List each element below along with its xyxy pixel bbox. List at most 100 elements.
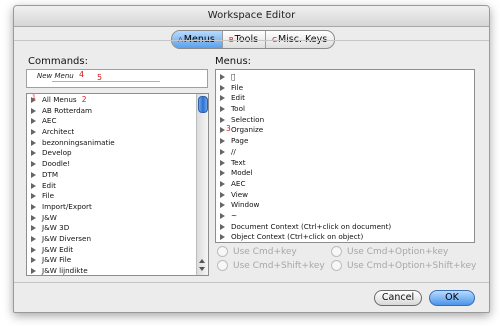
- list-item-label: J&W File: [42, 255, 72, 265]
- list-item[interactable]: Window: [220, 200, 474, 211]
- radio-label: Use Cmd+Option+Shift+key: [347, 260, 477, 271]
- list-item[interactable]: Develop: [31, 148, 208, 159]
- list-item[interactable]: AEC: [220, 179, 474, 190]
- disclosure-triangle-icon[interactable]: [220, 191, 225, 198]
- disclosure-triangle-icon[interactable]: [220, 95, 225, 102]
- menus-list[interactable]:  File Edit Tool Selection 3Organize Pag…: [215, 69, 475, 243]
- disclosure-triangle-icon[interactable]: [220, 223, 225, 230]
- menus-rows:  File Edit Tool Selection 3Organize Pag…: [216, 70, 474, 242]
- list-item[interactable]: 1 All Menus 2: [31, 94, 208, 106]
- list-item-label: J&W lijndikte: [42, 266, 88, 275]
- list-item[interactable]: View: [220, 190, 474, 201]
- disclosure-triangle-icon[interactable]: [31, 214, 36, 221]
- list-item[interactable]: Architect: [31, 127, 208, 138]
- disclosure-triangle-icon[interactable]: [220, 127, 225, 134]
- list-item[interactable]: Tool: [220, 104, 474, 115]
- list-item[interactable]: Model: [220, 168, 474, 179]
- use-cmd-key-option[interactable]: Use Cmd+key: [217, 246, 297, 257]
- disclosure-triangle-icon[interactable]: [220, 202, 225, 209]
- scrollbar-thumb[interactable]: [198, 96, 208, 113]
- list-item[interactable]: AEC: [31, 116, 208, 127]
- list-item-label: Tool: [231, 104, 245, 114]
- disclosure-triangle-icon[interactable]: [31, 203, 36, 210]
- list-item-label: Text: [231, 157, 246, 167]
- list-item-label: J&W 3D: [42, 223, 70, 233]
- new-menu-label: New Menu: [37, 72, 74, 80]
- disclosure-triangle-icon[interactable]: [31, 139, 36, 146]
- list-item-label: Edit: [42, 180, 56, 190]
- list-item[interactable]: J&W lijndikte: [31, 266, 208, 275]
- list-item[interactable]: Page: [220, 136, 474, 147]
- disclosure-triangle-icon[interactable]: [220, 212, 225, 219]
- command-badge: 2: [81, 95, 87, 104]
- list-item-label: Object Context (Ctrl+click on object): [231, 232, 364, 242]
- use-cmd-option-key-option[interactable]: Use Cmd+Option+key: [331, 246, 448, 257]
- use-cmd-option-shift-key-option[interactable]: Use Cmd+Option+Shift+key: [331, 260, 476, 271]
- disclosure-triangle-icon[interactable]: [220, 180, 225, 187]
- disclosure-triangle-icon[interactable]: [220, 234, 225, 241]
- disclosure-triangle-icon[interactable]: [220, 138, 225, 145]
- disclosure-triangle-icon[interactable]: [220, 84, 225, 91]
- list-item-label: Organize: [231, 125, 264, 135]
- list-item[interactable]: : [220, 72, 474, 83]
- command-badge: 1: [32, 94, 36, 101]
- radio-label: Use Cmd+Shift+key: [233, 260, 325, 271]
- list-item[interactable]: J&W Edit: [31, 245, 208, 256]
- list-item[interactable]: Document Context (Ctrl+click on document…: [220, 222, 474, 233]
- scroll-down-arrow-icon[interactable]: [199, 267, 205, 271]
- disclosure-triangle-icon[interactable]: [220, 170, 225, 177]
- disclosure-triangle-icon[interactable]: [31, 193, 36, 200]
- list-item[interactable]: J&W File: [31, 255, 208, 266]
- list-item[interactable]: bezonningsanimatie: [31, 138, 208, 149]
- disclosure-triangle-icon[interactable]: [220, 106, 225, 113]
- list-item[interactable]: DTM: [31, 170, 208, 181]
- list-item[interactable]: File: [220, 83, 474, 94]
- list-item[interactable]: AB Rotterdam: [31, 106, 208, 117]
- list-item[interactable]: J&W 3D: [31, 223, 208, 234]
- list-item[interactable]: J&W Diversen: [31, 234, 208, 245]
- radio-button[interactable]: [217, 260, 228, 271]
- commands-list[interactable]: 1 All Menus 2 AB Rotterdam AEC Architect b…: [26, 93, 209, 276]
- list-item[interactable]: Doodle!: [31, 159, 208, 170]
- commands-scrollbar[interactable]: [196, 94, 208, 275]
- list-item[interactable]: Edit: [220, 93, 474, 104]
- list-item-label: DTM: [42, 169, 59, 179]
- disclosure-triangle-icon[interactable]: [31, 246, 36, 253]
- disclosure-triangle-icon[interactable]: [31, 107, 36, 114]
- cancel-button[interactable]: Cancel: [374, 290, 422, 306]
- radio-button[interactable]: [217, 246, 228, 257]
- list-item-label: Page: [231, 136, 249, 146]
- list-item[interactable]: Edit: [31, 181, 208, 192]
- disclosure-triangle-icon[interactable]: [31, 150, 36, 157]
- disclosure-triangle-icon[interactable]: [31, 129, 36, 136]
- workspace-editor-window: Workspace Editor AMenus BTools CMisc. Ke…: [13, 5, 490, 313]
- disclosure-triangle-icon[interactable]: [31, 235, 36, 242]
- radio-button[interactable]: [331, 260, 342, 271]
- divider: [14, 282, 489, 283]
- list-item[interactable]: Selection: [220, 115, 474, 126]
- new-menu-box[interactable]: New Menu 4: [26, 69, 208, 88]
- disclosure-triangle-icon[interactable]: [31, 161, 36, 168]
- list-item[interactable]: //: [220, 147, 474, 158]
- disclosure-triangle-icon[interactable]: [31, 257, 36, 264]
- list-item[interactable]: 3 Organize: [220, 124, 474, 136]
- disclosure-triangle-icon[interactable]: [31, 268, 36, 274]
- disclosure-triangle-icon[interactable]: [220, 159, 225, 166]
- list-item[interactable]: ~: [220, 211, 474, 222]
- radio-button[interactable]: [331, 246, 342, 257]
- disclosure-triangle-icon[interactable]: [31, 118, 36, 125]
- disclosure-triangle-icon[interactable]: [220, 148, 225, 155]
- disclosure-triangle-icon[interactable]: [31, 171, 36, 178]
- ok-button[interactable]: OK: [429, 290, 475, 306]
- disclosure-triangle-icon[interactable]: [220, 116, 225, 123]
- list-item[interactable]: Import/Export: [31, 202, 208, 213]
- list-item[interactable]: File: [31, 191, 208, 202]
- list-item[interactable]: J&W: [31, 213, 208, 224]
- disclosure-triangle-icon[interactable]: [220, 74, 225, 80]
- list-item[interactable]: Object Context (Ctrl+click on object): [220, 232, 474, 242]
- disclosure-triangle-icon[interactable]: [31, 182, 36, 189]
- scroll-up-arrow-icon[interactable]: [199, 259, 205, 263]
- disclosure-triangle-icon[interactable]: [31, 225, 36, 232]
- list-item[interactable]: Text: [220, 158, 474, 169]
- use-cmd-shift-key-option[interactable]: Use Cmd+Shift+key: [217, 260, 325, 271]
